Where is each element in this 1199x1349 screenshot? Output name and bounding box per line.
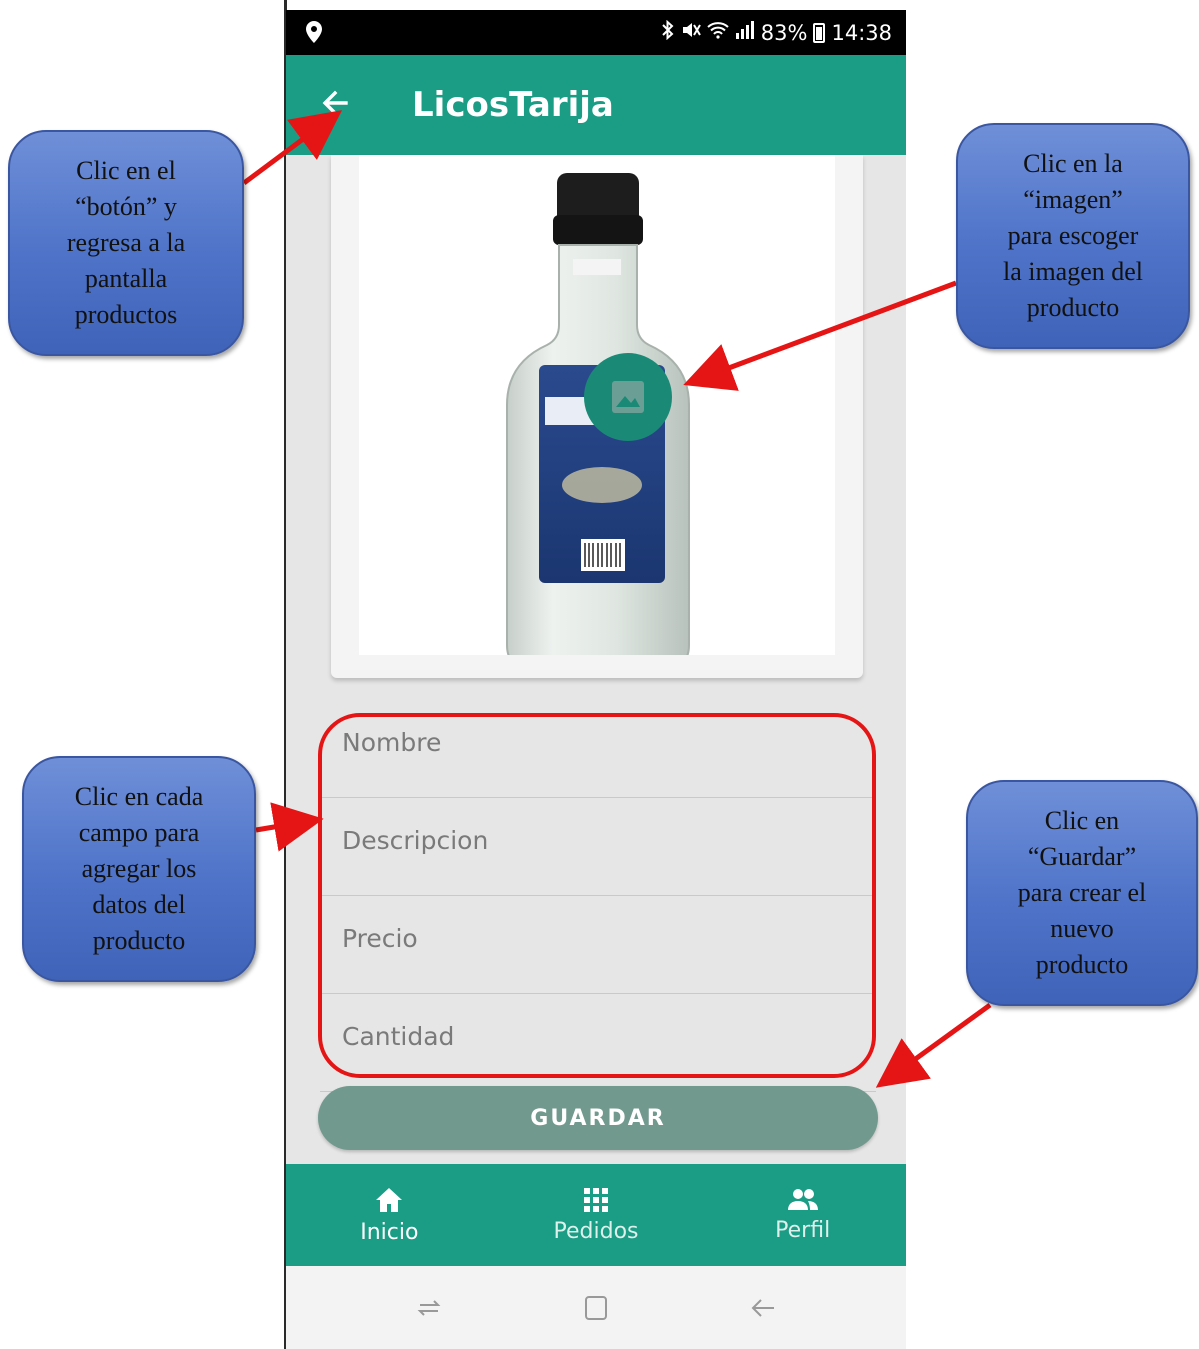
home-system-button[interactable] — [566, 1283, 626, 1333]
nav-label-pedidos: Pedidos — [553, 1218, 639, 1244]
wifi-icon — [707, 21, 729, 44]
battery-percent: 83% — [760, 20, 808, 45]
image-card — [331, 155, 863, 678]
back-system-button[interactable] — [733, 1283, 793, 1333]
arrow-left-icon — [322, 90, 348, 116]
product-image[interactable] — [359, 155, 835, 668]
back-button[interactable] — [314, 81, 358, 125]
callout-image: Clic en la “imagen” para escoger la imag… — [956, 123, 1190, 349]
status-bar: 83% 14:38 — [286, 10, 906, 55]
signal-icon — [735, 21, 755, 44]
recents-button[interactable] — [399, 1283, 459, 1333]
nav-item-pedidos[interactable]: Pedidos — [493, 1164, 700, 1266]
arrow-to-save — [875, 1002, 992, 1088]
battery-icon — [813, 22, 826, 43]
home-icon — [376, 1187, 403, 1212]
square-home-icon — [584, 1295, 607, 1320]
fields-highlight — [318, 713, 876, 1078]
bottom-nav: Inicio Pedidos Perfil — [286, 1164, 906, 1266]
save-button[interactable]: GUARDAR — [318, 1086, 878, 1150]
mute-icon — [681, 20, 701, 45]
grid-icon — [584, 1187, 608, 1212]
clock: 14:38 — [831, 20, 892, 45]
people-icon — [787, 1188, 818, 1210]
nav-label-perfil: Perfil — [775, 1217, 831, 1243]
nav-label-inicio: Inicio — [360, 1219, 419, 1245]
callout-fields-text: Clic en cada campo para agregar los dato… — [74, 782, 204, 955]
callout-fields: Clic en cada campo para agregar los dato… — [22, 756, 256, 982]
image-icon — [612, 381, 644, 413]
phone-screen: 83% 14:38 LicosTarija Nombre Descripcion… — [286, 10, 906, 1349]
back-arrow-icon — [751, 1298, 774, 1317]
status-right: 83% 14:38 — [661, 19, 892, 45]
callout-save-text: Clic en “Guardar” para crear el nuevo pr… — [1017, 806, 1147, 979]
location-icon — [306, 21, 322, 48]
pick-image-button[interactable] — [584, 353, 672, 441]
callout-back: Clic en el “botón” y regresa a la pantal… — [8, 130, 244, 356]
nav-item-perfil[interactable]: Perfil — [699, 1164, 906, 1266]
nav-item-inicio[interactable]: Inicio — [286, 1164, 493, 1266]
bluetooth-icon — [661, 19, 675, 45]
app-title: LicosTarija — [412, 85, 614, 125]
callout-save: Clic en “Guardar” para crear el nuevo pr… — [966, 780, 1198, 1006]
app-bar: LicosTarija — [286, 55, 906, 155]
system-nav-bar — [286, 1266, 906, 1349]
callout-image-text: Clic en la “imagen” para escoger la imag… — [1002, 149, 1144, 322]
callout-back-text: Clic en el “botón” y regresa a la pantal… — [66, 156, 186, 329]
recents-icon — [417, 1299, 441, 1316]
